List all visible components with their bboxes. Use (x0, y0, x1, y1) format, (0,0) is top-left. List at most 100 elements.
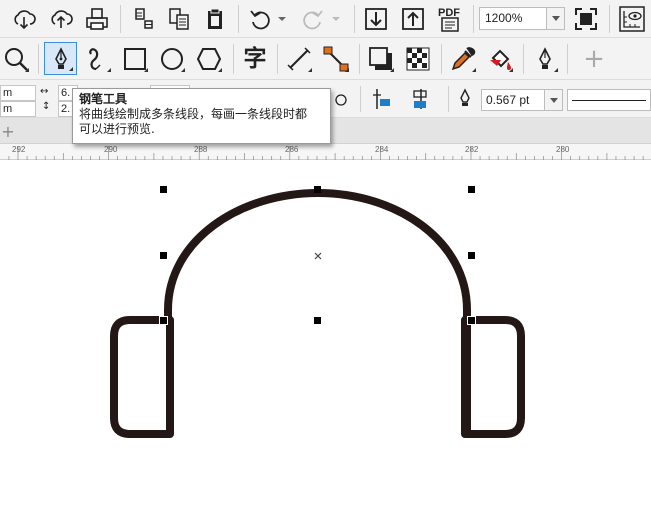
separator (523, 44, 524, 74)
zoom-tool-icon[interactable] (0, 43, 32, 75)
separator (448, 86, 449, 112)
flyout-indicator (308, 68, 312, 72)
ellipse-tool-icon[interactable] (156, 43, 188, 75)
undo-icon[interactable] (244, 3, 276, 35)
outline-width-value: 0.567 pt (486, 93, 530, 107)
flyout-indicator (509, 68, 513, 72)
flyout-indicator (69, 67, 73, 71)
chevron-down-icon[interactable] (546, 8, 564, 29)
flyout-indicator (181, 68, 185, 72)
polygon-tool-icon[interactable] (193, 43, 225, 75)
selection-handle[interactable] (160, 186, 167, 193)
artistic-media-icon[interactable] (82, 43, 114, 75)
headphone-drawing[interactable] (0, 160, 651, 508)
flyout-indicator (218, 68, 222, 72)
transparency-icon[interactable] (402, 43, 434, 75)
ruler-label: 292 (12, 145, 26, 154)
separator (277, 44, 278, 74)
pen-tool-tooltip: 钢笔工具 将曲线绘制成多条线段，每画一条线段时都 可以进行预览. (72, 88, 331, 144)
outline-pen-icon[interactable] (529, 43, 561, 75)
separator (238, 5, 239, 33)
width-arrow-icon: ↔ (40, 86, 49, 97)
horizontal-ruler[interactable]: 292 290 288 286 284 282 280 (0, 144, 651, 160)
export-arrow-icon[interactable] (397, 3, 429, 35)
headphone-outline-path[interactable] (164, 188, 471, 435)
ruler-label: 284 (375, 145, 389, 154)
options-icon[interactable] (615, 3, 649, 35)
ruler-label: 288 (194, 145, 208, 154)
height-arrow-icon: ↕ (42, 101, 51, 112)
object-width-value: 6. (61, 87, 71, 99)
unit-label: m (3, 103, 13, 115)
unit-label: m (3, 87, 13, 99)
new-tab-button[interactable]: + (0, 120, 16, 142)
separator (359, 44, 360, 74)
dimension-tool-icon[interactable] (283, 43, 315, 75)
ruler-label: 280 (556, 145, 570, 154)
selection-handle[interactable] (314, 186, 321, 193)
selection-handle[interactable] (468, 186, 475, 193)
text-tool-icon[interactable]: 字 (239, 43, 271, 75)
separator (441, 44, 442, 74)
paste-icon[interactable] (199, 3, 231, 35)
separator (360, 86, 361, 112)
separator (120, 5, 121, 33)
selection-handle[interactable] (160, 252, 167, 259)
node-handle[interactable] (159, 316, 168, 325)
plus-icon: + (583, 44, 605, 74)
drop-shadow-icon[interactable] (365, 43, 397, 75)
flyout-indicator (345, 68, 349, 72)
end-arrow-icon[interactable] (405, 83, 437, 115)
separator (473, 5, 474, 33)
pen-tool-icon[interactable] (44, 42, 77, 75)
ruler-label: 282 (465, 145, 479, 154)
selection-handle[interactable] (314, 317, 321, 324)
interactive-fill-icon[interactable] (484, 43, 516, 75)
ruler-ticks (8, 146, 644, 160)
chevron-down-icon[interactable] (544, 90, 562, 110)
object-height-value: 2. (61, 103, 71, 115)
add-tool-button[interactable]: + (578, 43, 610, 75)
closed-curve-icon[interactable] (330, 84, 352, 116)
right-ear-cup-path[interactable] (461, 316, 525, 438)
toolbox: 字 + (0, 38, 651, 80)
redo-icon[interactable] (297, 3, 329, 35)
start-arrow-icon[interactable] (366, 83, 398, 115)
standard-toolbar: PDF 1200% (0, 0, 651, 38)
import-icon[interactable] (8, 3, 40, 35)
flyout-indicator (390, 68, 394, 72)
outline-width-select[interactable]: 0.567 pt (481, 89, 563, 111)
flyout-indicator (554, 68, 558, 72)
position-x-field[interactable]: m (0, 85, 36, 101)
tooltip-description: 将曲线绘制成多条线段，每画一条线段时都 (79, 107, 308, 121)
pdf-label: PDF (438, 7, 460, 19)
eyedropper-icon[interactable] (447, 43, 479, 75)
cut-icon[interactable] (127, 3, 159, 35)
rectangle-tool-icon[interactable] (119, 43, 151, 75)
left-ear-cup-path[interactable] (110, 316, 174, 438)
outline-width-icon (452, 83, 478, 115)
undo-dropdown-icon[interactable] (274, 3, 290, 35)
copy-icon[interactable] (163, 3, 195, 35)
drawing-canvas[interactable] (0, 160, 651, 508)
redo-dropdown-icon[interactable] (328, 3, 344, 35)
line-style-select[interactable] (567, 89, 651, 111)
node-handle[interactable] (467, 316, 476, 325)
zoom-level-value: 1200% (485, 11, 523, 25)
center-marker (314, 252, 322, 260)
tooltip-description: 可以进行预览. (79, 122, 155, 136)
print-icon[interactable] (81, 3, 113, 35)
separator (567, 44, 568, 74)
flyout-indicator (25, 68, 29, 72)
ruler-label: 290 (104, 145, 118, 154)
upload-cloud-icon[interactable] (45, 3, 77, 35)
separator (233, 44, 234, 74)
import-arrow-icon[interactable] (360, 3, 392, 35)
selection-handle[interactable] (468, 252, 475, 259)
publish-pdf-button[interactable]: PDF (433, 3, 467, 35)
full-screen-icon[interactable] (570, 3, 602, 35)
flyout-indicator (107, 68, 111, 72)
connector-tool-icon[interactable] (320, 43, 352, 75)
zoom-level-select[interactable]: 1200% (479, 7, 565, 30)
position-y-field[interactable]: m (0, 101, 36, 117)
